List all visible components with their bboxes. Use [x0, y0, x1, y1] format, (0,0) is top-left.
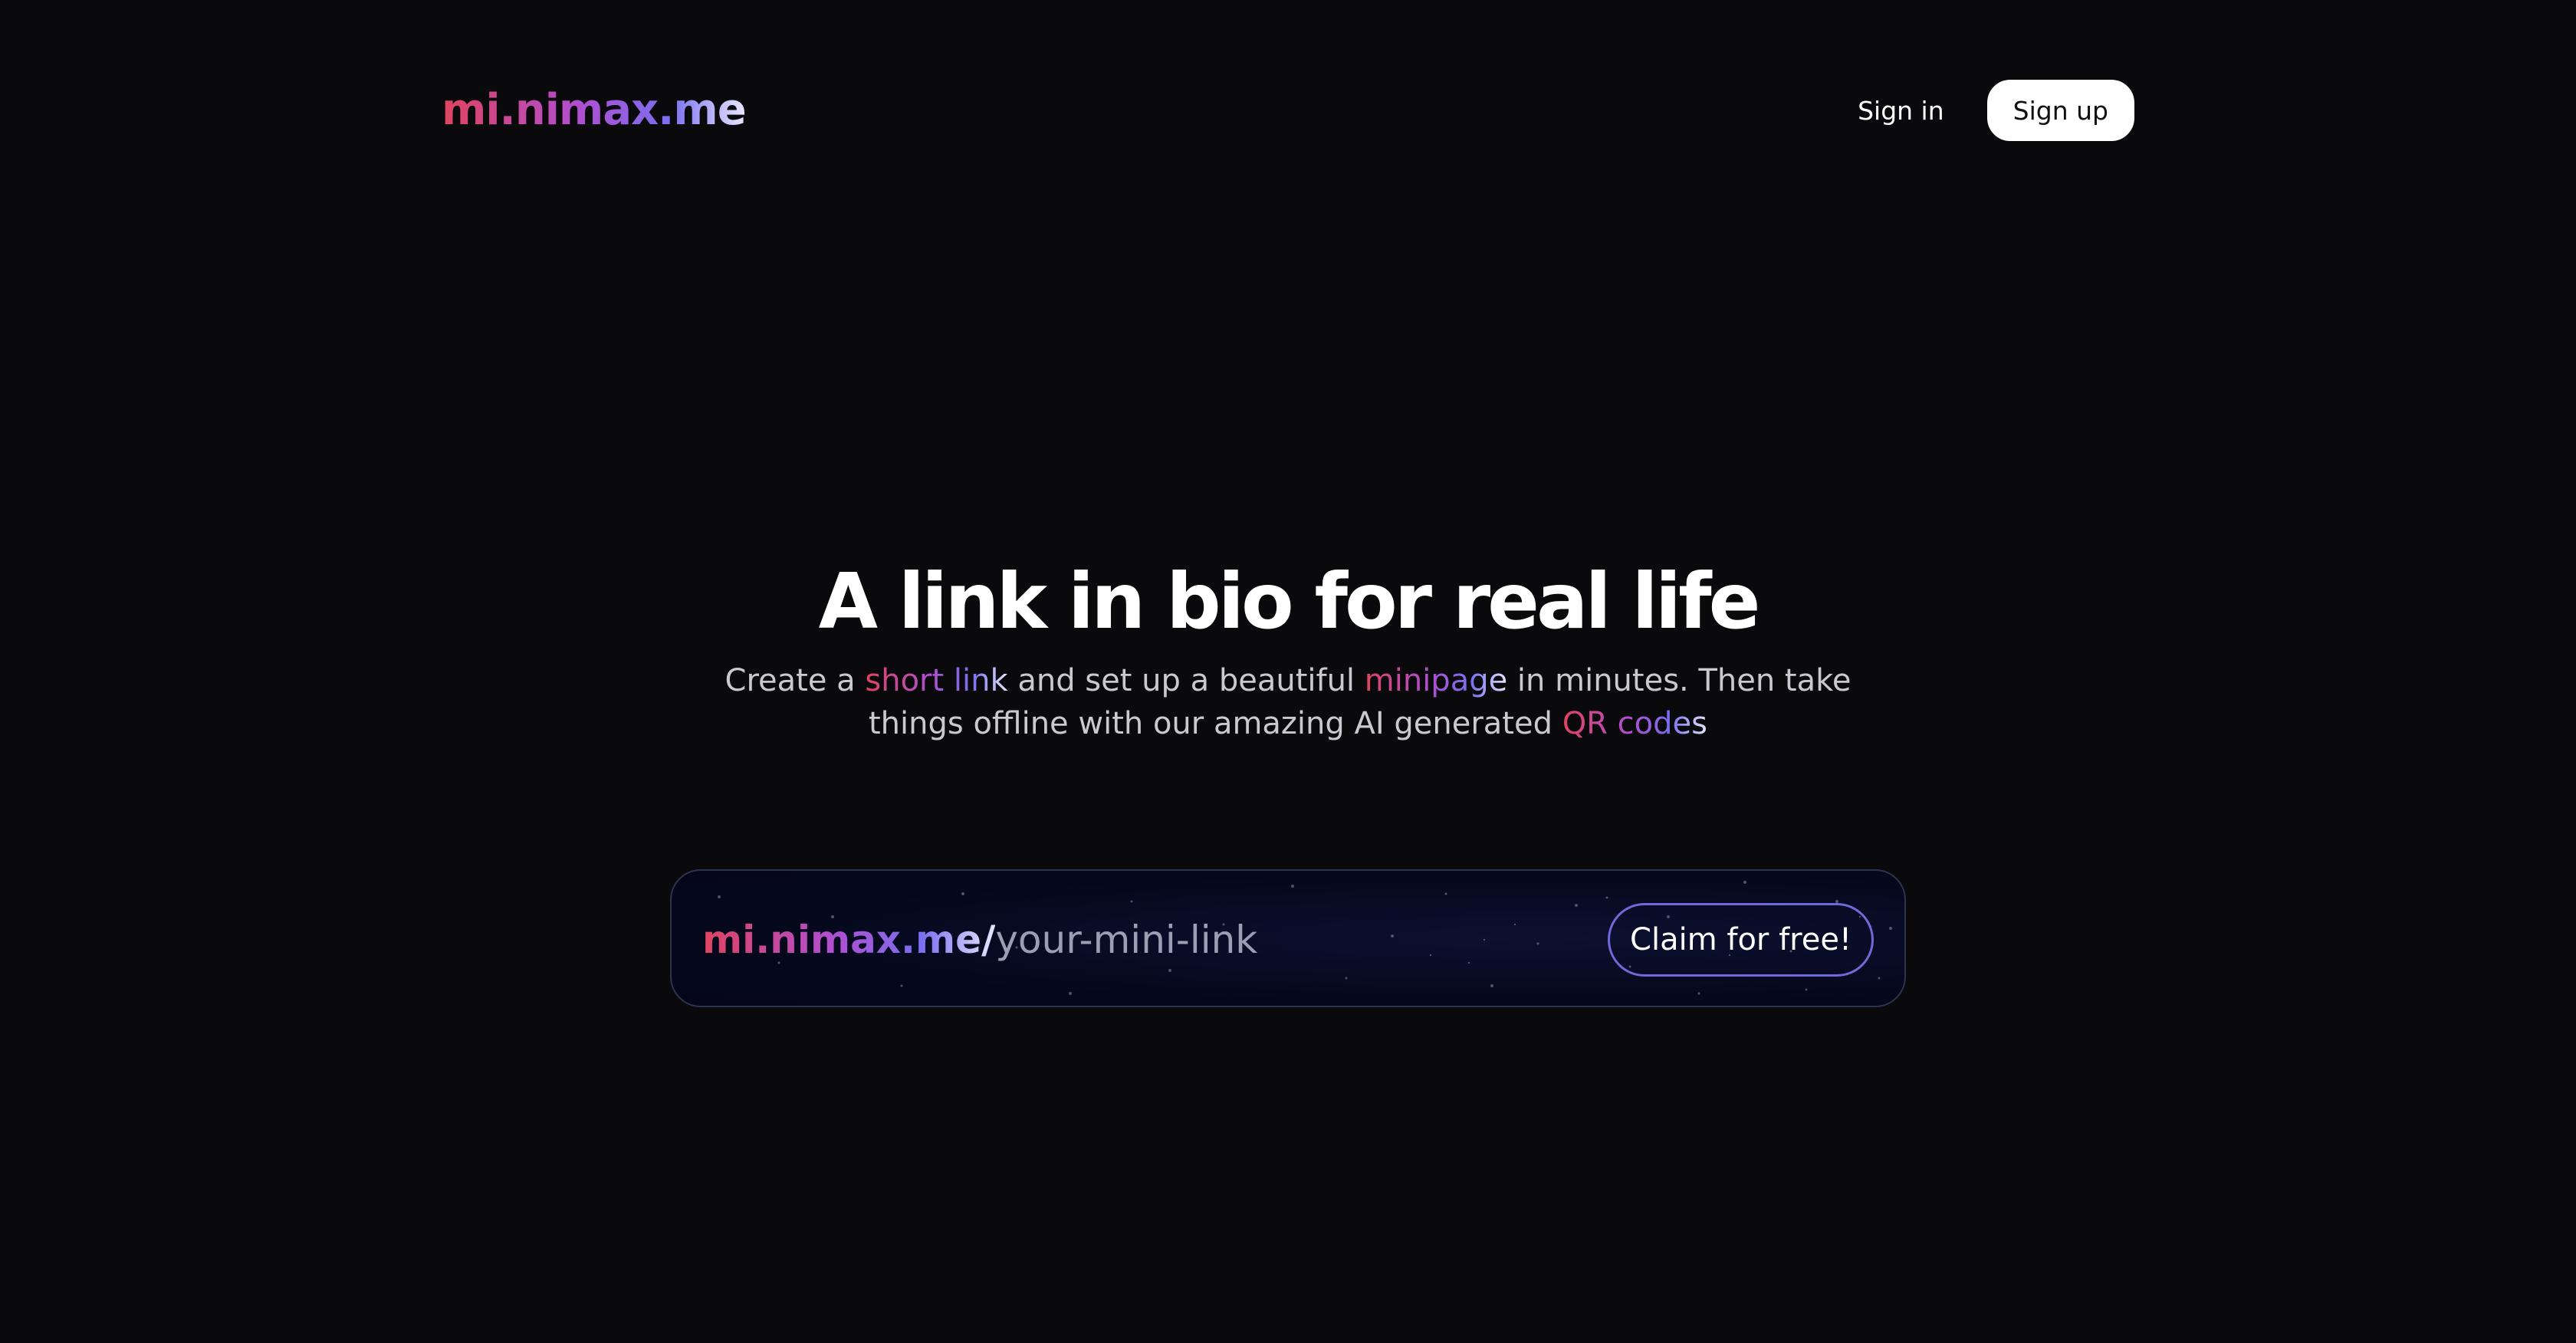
sign-in-link[interactable]: Sign in [1858, 96, 1944, 126]
sign-up-button[interactable]: Sign up [1986, 80, 2134, 141]
claim-input-row: mi.nimax.me/ [702, 871, 1579, 1006]
claim-for-free-button[interactable]: Claim for free! [1608, 903, 1874, 977]
hero-title: A link in bio for real life [818, 557, 1761, 646]
highlight-minipage: minipage [1364, 663, 1508, 698]
claim-link-box: mi.nimax.me/ Claim for free! [670, 869, 1906, 1007]
highlight-short-link: short link [865, 663, 1008, 698]
claim-domain-prefix: mi.nimax.me/ [702, 918, 996, 962]
site-header: mi.nimax.me Sign in Sign up [442, 80, 2134, 141]
hero-subtitle-part-1: Create a [724, 663, 866, 698]
highlight-qr-codes: QR codes [1562, 706, 1707, 741]
hero-subtitle: Create a short link and set up a beautif… [675, 659, 1901, 745]
header-nav: Sign in Sign up [1858, 80, 2134, 141]
mini-link-input[interactable] [995, 918, 1579, 962]
hero-subtitle-part-2: and set up a beautiful [1007, 663, 1365, 698]
logo[interactable]: mi.nimax.me [442, 80, 747, 141]
